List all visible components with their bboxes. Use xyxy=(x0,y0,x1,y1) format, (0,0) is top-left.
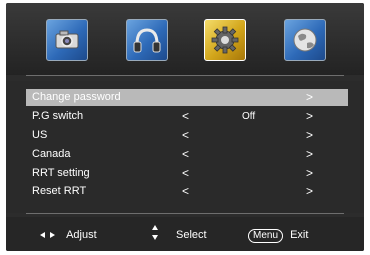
camera-icon xyxy=(55,30,79,49)
menu-item-change-password[interactable]: Change password > xyxy=(26,89,348,106)
exit-hint: Menu Exit xyxy=(248,229,308,243)
key-hint-bar: Adjust Select Menu Exit xyxy=(6,217,364,251)
left-arrow-icon[interactable]: < xyxy=(182,183,189,200)
up-down-icon xyxy=(152,225,160,245)
osd-menu-window: Change password > P.G switch < Off > US … xyxy=(6,3,364,251)
tab-picture[interactable] xyxy=(46,19,88,61)
menu-item-label: Reset RRT xyxy=(32,185,87,197)
menu-item-value: Off xyxy=(242,111,256,122)
tab-setup[interactable] xyxy=(204,19,246,61)
left-arrow-icon[interactable]: < xyxy=(182,165,189,182)
right-arrow-icon[interactable]: > xyxy=(306,127,313,144)
menu-item-label: P.G switch xyxy=(32,110,84,122)
menu-key-badge: Menu xyxy=(248,229,284,243)
select-label: Select xyxy=(176,229,207,241)
top-divider xyxy=(26,75,344,76)
menu-item-label: RRT setting xyxy=(32,167,90,179)
right-arrow-icon[interactable]: > xyxy=(306,183,313,200)
right-triangle-icon xyxy=(50,232,55,239)
left-arrow-icon[interactable]: < xyxy=(182,146,189,163)
tab-sound[interactable] xyxy=(126,19,168,61)
menu-item-label: Canada xyxy=(32,148,71,160)
exit-label: Exit xyxy=(290,229,309,241)
menu-item-label: US xyxy=(32,129,48,141)
setup-menu-list: Change password > P.G switch < Off > US … xyxy=(6,81,364,213)
adjust-label: Adjust xyxy=(66,229,97,241)
headphones-icon xyxy=(133,28,161,53)
menu-item-reset-rrt[interactable]: Reset RRT < > xyxy=(26,183,348,200)
menu-item-pg-switch[interactable]: P.G switch < Off > xyxy=(26,108,348,125)
category-icon-bar xyxy=(6,3,364,75)
right-arrow-icon[interactable]: > xyxy=(306,165,313,182)
right-arrow-icon[interactable]: > xyxy=(306,146,313,163)
left-triangle-icon xyxy=(40,232,45,239)
menu-item-us[interactable]: US < > xyxy=(26,127,348,144)
left-arrow-icon[interactable]: < xyxy=(182,127,189,144)
bottom-divider xyxy=(26,213,344,214)
right-arrow-icon[interactable]: > xyxy=(306,108,313,125)
left-arrow-icon[interactable]: < xyxy=(182,108,189,125)
globe-icon xyxy=(293,28,317,52)
menu-item-label: Change password xyxy=(32,91,121,103)
menu-item-canada[interactable]: Canada < > xyxy=(26,146,348,163)
adjust-hint: Adjust xyxy=(40,229,97,241)
gear-icon xyxy=(211,26,239,54)
right-arrow-icon[interactable]: > xyxy=(306,89,313,106)
tab-channel[interactable] xyxy=(284,19,326,61)
menu-item-rrt-setting[interactable]: RRT setting < > xyxy=(26,165,348,182)
